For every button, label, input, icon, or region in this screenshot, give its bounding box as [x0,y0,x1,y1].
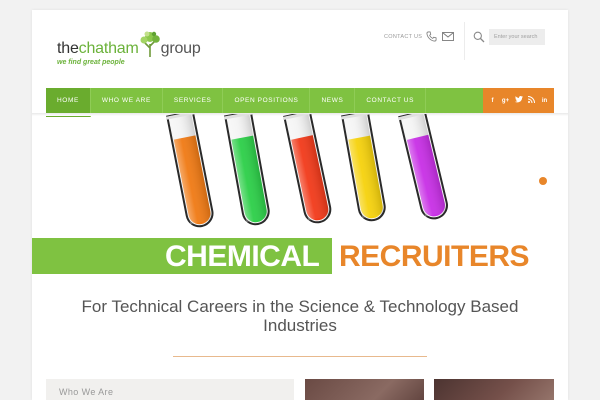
logo-word-group: group [160,40,201,57]
mail-icon[interactable] [442,32,454,41]
feature-image-2[interactable] [434,379,554,400]
logo-word-the: the [57,40,79,57]
slider-dot[interactable] [539,177,547,185]
page-headline: For Technical Careers in the Science & T… [81,297,519,335]
nav-item-contact-us[interactable]: CONTACT US [355,88,427,113]
facebook-icon[interactable]: f [487,98,499,104]
logo-tagline: we find great people [57,59,125,66]
rss-icon[interactable] [526,96,538,105]
header-divider [464,22,465,60]
test-tube [166,114,214,228]
contact-us-label[interactable]: CONTACT US [384,34,422,40]
tree-logo-icon [140,31,160,57]
hero-slider: CHEMICAL RECRUITERS [32,114,568,274]
twitter-icon[interactable] [513,96,525,105]
main-nav: HOME WHO WE ARE SERVICES OPEN POSITIONS … [46,88,554,117]
test-tube [398,114,448,220]
page-container: thechatham group we find great people CON… [32,10,568,400]
site-logo[interactable]: thechatham group we find great people [57,30,217,70]
nav-item-news[interactable]: NEWS [310,88,356,113]
nav-menu: HOME WHO WE ARE SERVICES OPEN POSITIONS … [46,88,427,117]
test-tube [224,114,270,226]
hero-title-chemical: CHEMICAL [165,240,320,273]
headline-divider [173,356,427,357]
test-tube [341,114,386,222]
phone-icon[interactable] [426,31,437,42]
hero-title-recruiters: RECRUITERS [339,240,530,273]
test-tube [283,114,332,224]
search-icon[interactable] [473,31,485,43]
google-plus-icon[interactable]: g+ [500,98,512,104]
who-we-are-heading: Who We Are [59,387,114,397]
who-we-are-box[interactable]: Who We Are [46,379,294,400]
logo-wordmark: thechatham group [57,40,201,58]
nav-item-open-positions[interactable]: OPEN POSITIONS [223,88,311,113]
social-links: f g+ in [483,88,554,113]
nav-item-services[interactable]: SERVICES [163,88,224,113]
logo-word-chatham: chatham [78,40,139,57]
linkedin-icon[interactable]: in [539,98,551,104]
feature-image-1[interactable] [305,379,424,400]
test-tubes-image [166,114,448,228]
nav-item-who-we-are[interactable]: WHO WE ARE [91,88,163,113]
search-input[interactable] [489,29,545,45]
